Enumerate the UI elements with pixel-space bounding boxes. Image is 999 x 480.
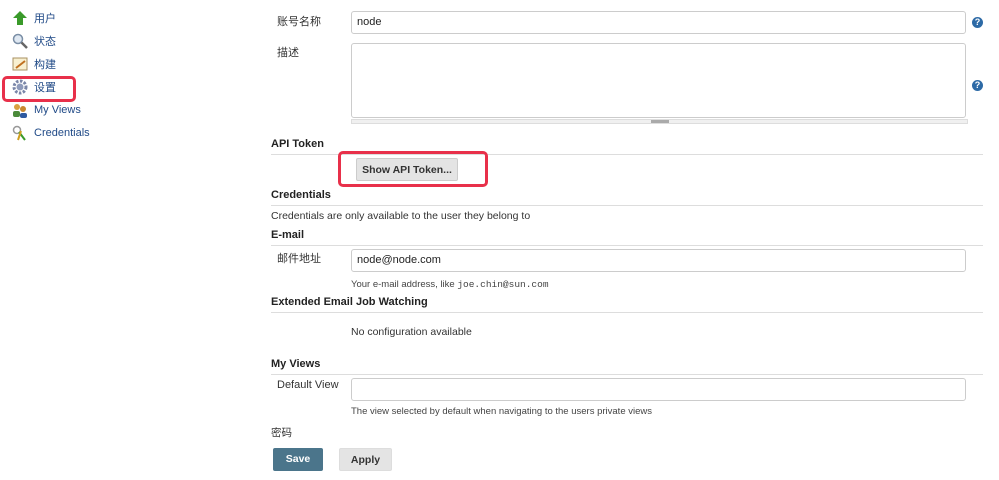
- description-textarea[interactable]: [351, 43, 966, 118]
- sidebar-item-my-views[interactable]: My Views: [12, 100, 81, 120]
- account-name-label: 账号名称: [277, 16, 321, 28]
- sidebar-item-user[interactable]: 用户: [12, 8, 56, 28]
- password-label: 密码: [271, 427, 292, 439]
- email-input[interactable]: node@node.com: [351, 249, 966, 272]
- help-icon[interactable]: ?: [972, 80, 983, 91]
- apply-button[interactable]: Apply: [339, 448, 392, 471]
- sidebar-item-credentials[interactable]: Credentials: [12, 123, 90, 143]
- sidebar-item-label: Credentials: [34, 127, 90, 139]
- default-view-label: Default View: [277, 379, 339, 391]
- sidebar-item-build[interactable]: 构建: [12, 54, 56, 74]
- notepad-icon: [12, 57, 28, 71]
- sidebar-item-label: 用户: [34, 13, 56, 25]
- help-icon[interactable]: ?: [972, 17, 983, 28]
- email-hint-text: Your e-mail address, like: [351, 279, 458, 290]
- sidebar-item-label: My Views: [34, 104, 81, 116]
- default-view-input[interactable]: [351, 378, 966, 401]
- email-hint-example: joe.chin@sun.com: [457, 279, 549, 290]
- sidebar-item-status[interactable]: 状态: [12, 31, 56, 51]
- users-icon: [13, 104, 27, 118]
- credentials-header: Credentials: [271, 189, 983, 206]
- account-name-input[interactable]: node: [351, 11, 966, 34]
- my-views-header: My Views: [271, 358, 983, 375]
- sidebar-item-label: 状态: [34, 36, 56, 48]
- highlight-box: [338, 151, 488, 187]
- email-hint: Your e-mail address, like joe.chin@sun.c…: [351, 279, 549, 290]
- email-label: 邮件地址: [277, 253, 321, 265]
- default-view-hint: The view selected by default when naviga…: [351, 406, 652, 417]
- save-button[interactable]: Save: [273, 448, 323, 471]
- keys-icon: [12, 125, 26, 141]
- sidebar-item-label: 构建: [34, 59, 56, 71]
- extended-email-header: Extended Email Job Watching: [271, 296, 983, 313]
- email-header: E-mail: [271, 229, 983, 246]
- extended-email-text: No configuration available: [351, 326, 472, 338]
- credentials-text: Credentials are only available to the us…: [271, 210, 531, 222]
- search-icon: [12, 33, 28, 49]
- up-arrow-icon: [13, 11, 27, 25]
- textarea-resize-handle[interactable]: [351, 119, 968, 124]
- description-label: 描述: [277, 47, 299, 59]
- highlight-box: [2, 76, 76, 102]
